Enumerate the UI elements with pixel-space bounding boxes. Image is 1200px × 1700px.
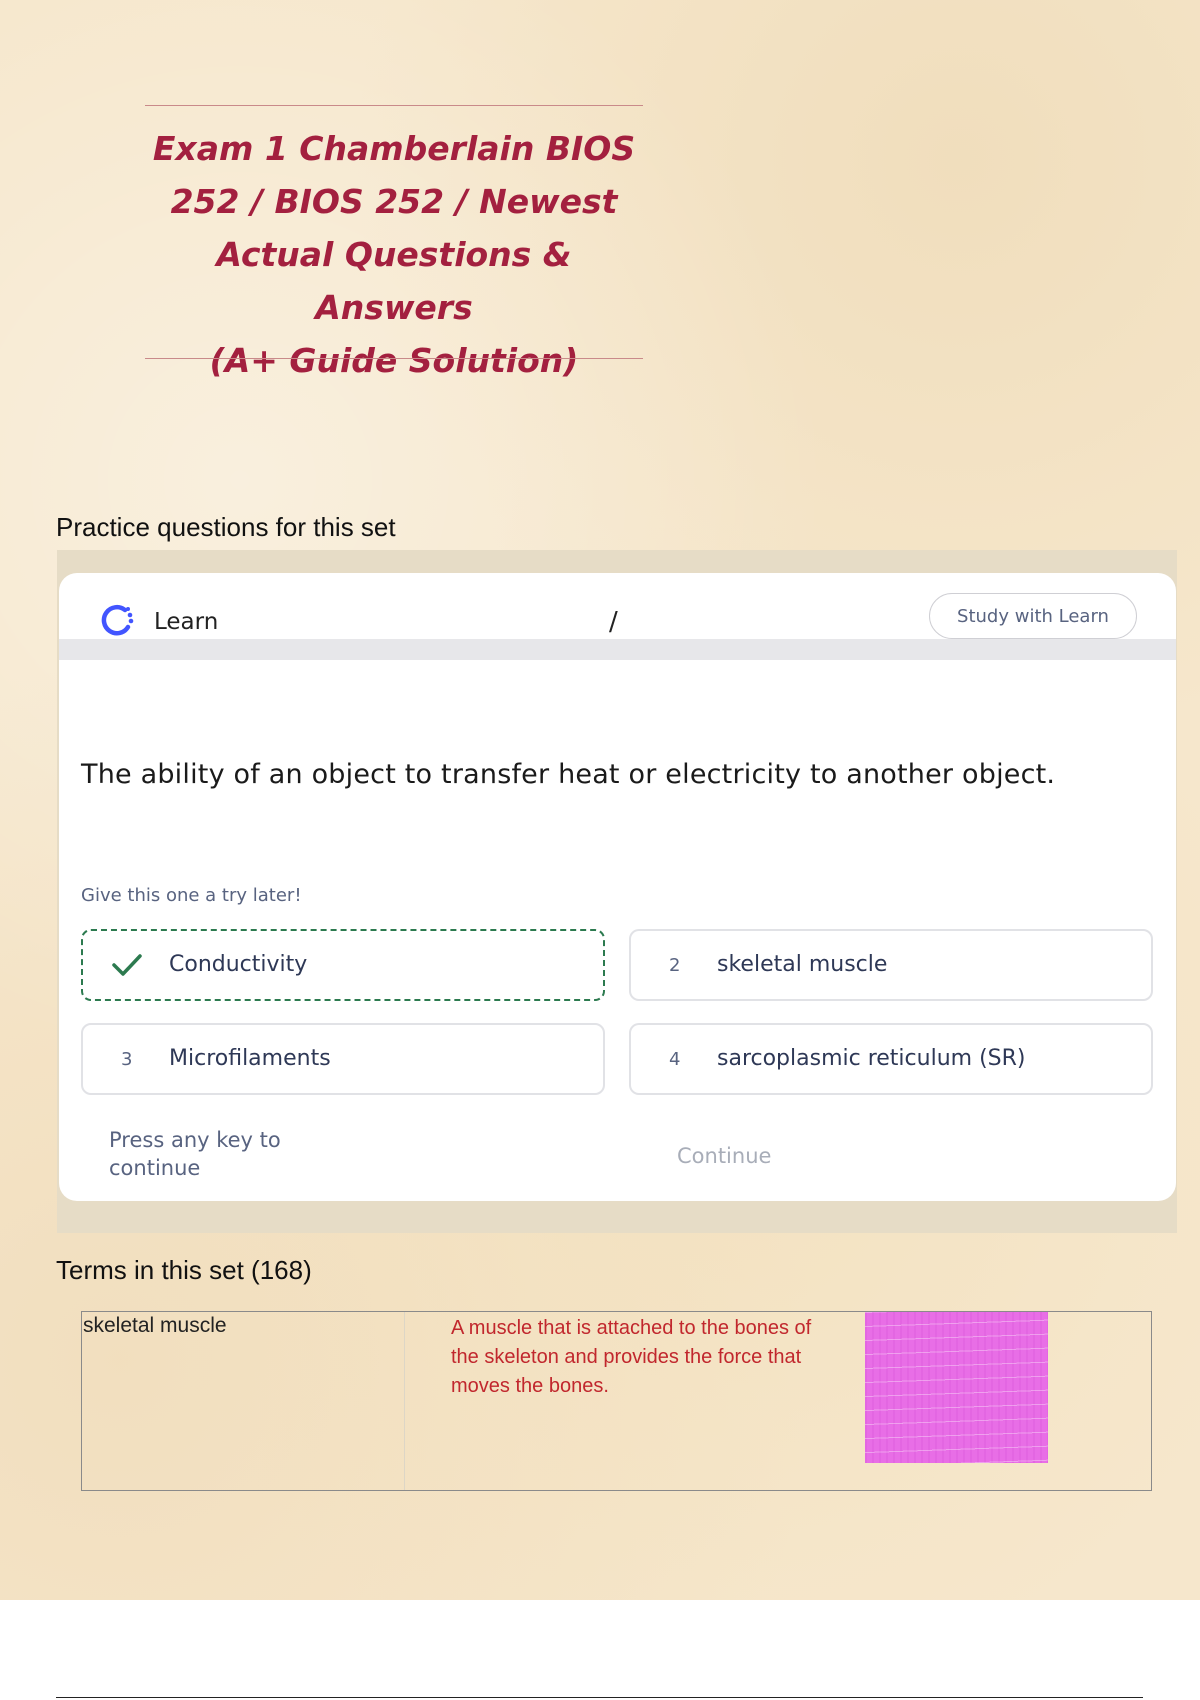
footer-rule — [56, 1697, 1143, 1698]
answer-option-text: Conductivity — [169, 952, 308, 977]
answer-option-number: 3 — [121, 1049, 133, 1070]
terms-heading: Terms in this set (168) — [56, 1255, 312, 1285]
practice-heading: Practice questions for this set — [56, 512, 396, 542]
answer-option-1[interactable]: Conductivity — [81, 929, 605, 1001]
term-word: skeletal muscle — [83, 1314, 227, 1337]
learn-widget: Learn / Study with Learn The ability of … — [59, 573, 1176, 1201]
title-line-2: 252 / BIOS 252 / Newest — [170, 182, 618, 221]
term-definition: A muscle that is attached to the bones o… — [451, 1317, 812, 1397]
answer-option-number: 4 — [669, 1049, 681, 1070]
learn-cycle-icon — [101, 604, 134, 636]
study-with-learn-button[interactable]: Study with Learn — [929, 593, 1137, 639]
answer-option-text: skeletal muscle — [717, 952, 888, 977]
question-prompt: The ability of an object to transfer hea… — [81, 759, 1056, 790]
title-line-4: (A+ Guide Solution) — [209, 341, 579, 380]
try-later-hint: Give this one a try later! — [81, 885, 302, 906]
progress-indicator: / — [609, 607, 618, 637]
title-bottom-rule — [145, 358, 643, 359]
continue-button[interactable]: Continue — [677, 1144, 771, 1168]
answer-option-3[interactable]: 3 Microfilaments — [81, 1023, 605, 1095]
learn-mode-label: Learn — [154, 609, 219, 635]
answer-option-text: Microfilaments — [169, 1046, 331, 1071]
terms-table: skeletal muscle A muscle that is attache… — [81, 1311, 1152, 1491]
answer-option-text: sarcoplasmic reticulum (SR) — [717, 1046, 1026, 1071]
answer-option-number: 2 — [669, 955, 681, 976]
progress-bar-track — [59, 639, 1176, 660]
skeletal-muscle-image — [865, 1312, 1048, 1463]
document-title: Exam 1 Chamberlain BIOS 252 / BIOS 252 /… — [145, 122, 643, 387]
title-line-3: Actual Questions & Answers — [216, 235, 572, 327]
title-top-rule — [145, 105, 643, 106]
answer-option-4[interactable]: 4 sarcoplasmic reticulum (SR) — [629, 1023, 1153, 1095]
checkmark-icon — [112, 954, 142, 976]
title-line-1: Exam 1 Chamberlain BIOS — [152, 129, 636, 168]
answer-option-2[interactable]: 2 skeletal muscle — [629, 929, 1153, 1001]
learn-widget-header: Learn / Study with Learn — [59, 573, 1176, 660]
press-any-key-hint: Press any key to continue — [109, 1128, 281, 1180]
terms-column-divider — [404, 1312, 405, 1490]
